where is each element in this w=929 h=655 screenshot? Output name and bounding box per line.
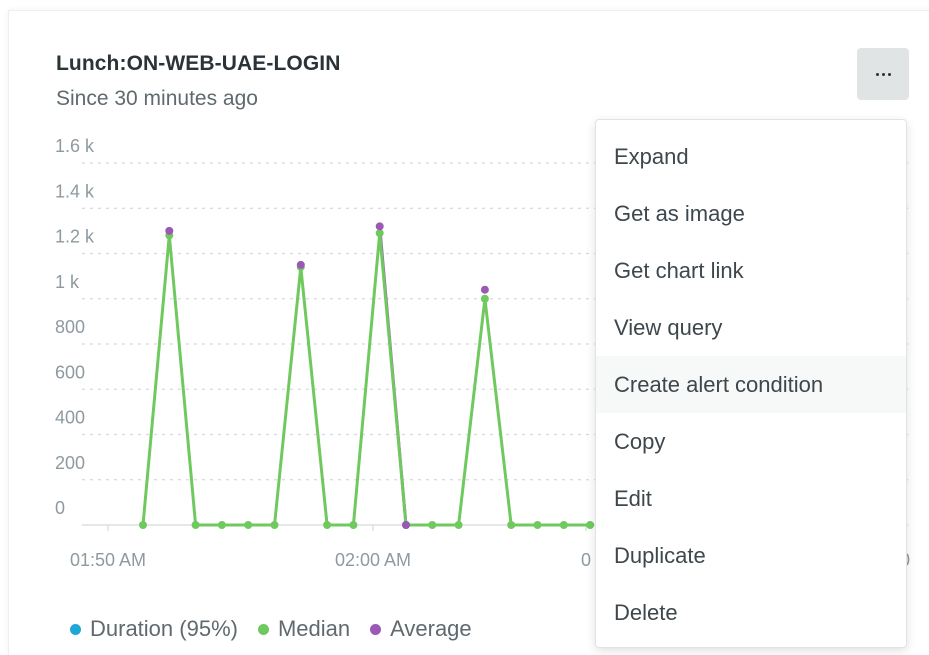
median-point — [217, 521, 226, 529]
legend-item-median[interactable]: Median — [257, 616, 351, 642]
legend-item-duration[interactable]: Duration (95%) — [70, 616, 238, 642]
menu-item-delete[interactable]: Delete — [596, 584, 906, 641]
menu-item-duplicate[interactable]: Duplicate — [596, 527, 906, 584]
chart-options-menu: Expand Get as image Get chart link View … — [595, 119, 907, 648]
legend-dot-median — [257, 623, 269, 635]
x-tick-label: 02:00 AM — [335, 550, 411, 570]
x-tick-label: 0 — [581, 550, 591, 570]
median-point — [323, 521, 332, 529]
y-tick-label: 1.2 k — [55, 227, 95, 247]
median-point — [507, 521, 516, 529]
legend-label-median: Median — [277, 616, 351, 641]
average-point — [480, 285, 489, 294]
average-point — [375, 222, 384, 231]
median-point — [244, 521, 253, 529]
y-tick-label: 800 — [55, 317, 85, 337]
legend-dot-average — [370, 623, 382, 635]
y-tick-label: 1.6 k — [55, 136, 95, 156]
median-point — [270, 521, 279, 529]
legend-label-average: Average — [390, 616, 472, 641]
y-tick-label: 1 k — [55, 272, 80, 292]
median-point — [139, 521, 147, 529]
median-point — [586, 521, 595, 529]
y-tick-label: 400 — [55, 408, 85, 428]
menu-item-expand[interactable]: Expand — [596, 128, 906, 185]
median-point — [349, 521, 358, 529]
menu-item-view-query[interactable]: View query — [596, 299, 906, 356]
median-point — [480, 294, 489, 303]
legend-item-average[interactable]: Average — [370, 616, 472, 642]
y-tick-label: 600 — [55, 362, 85, 382]
median-series-line — [141, 231, 591, 527]
legend-dot-duration — [70, 623, 81, 635]
average-point — [402, 521, 410, 529]
menu-item-copy[interactable]: Copy — [596, 413, 906, 470]
menu-item-get-as-image[interactable]: Get as image — [596, 185, 906, 242]
median-point — [428, 521, 437, 529]
ellipsis-icon — [875, 72, 891, 76]
median-point — [533, 521, 542, 529]
menu-item-edit[interactable]: Edit — [596, 470, 906, 527]
average-point — [165, 226, 174, 235]
y-tick-label: 0 — [55, 498, 65, 518]
y-tick-label: 200 — [55, 453, 85, 473]
x-tick-label: 01:50 AM — [70, 550, 146, 570]
legend-label-duration: Duration (95%) — [90, 616, 238, 641]
menu-item-get-chart-link[interactable]: Get chart link — [596, 242, 906, 299]
median-point — [559, 521, 568, 529]
menu-item-create-alert-condition[interactable]: Create alert condition — [596, 356, 906, 413]
y-tick-label: 1.4 k — [55, 181, 95, 201]
chart-legend: Duration (95%) Median Average — [70, 616, 492, 642]
median-point — [191, 521, 200, 529]
median-point — [454, 521, 463, 529]
average-point — [296, 260, 305, 269]
more-options-button[interactable] — [857, 48, 909, 100]
